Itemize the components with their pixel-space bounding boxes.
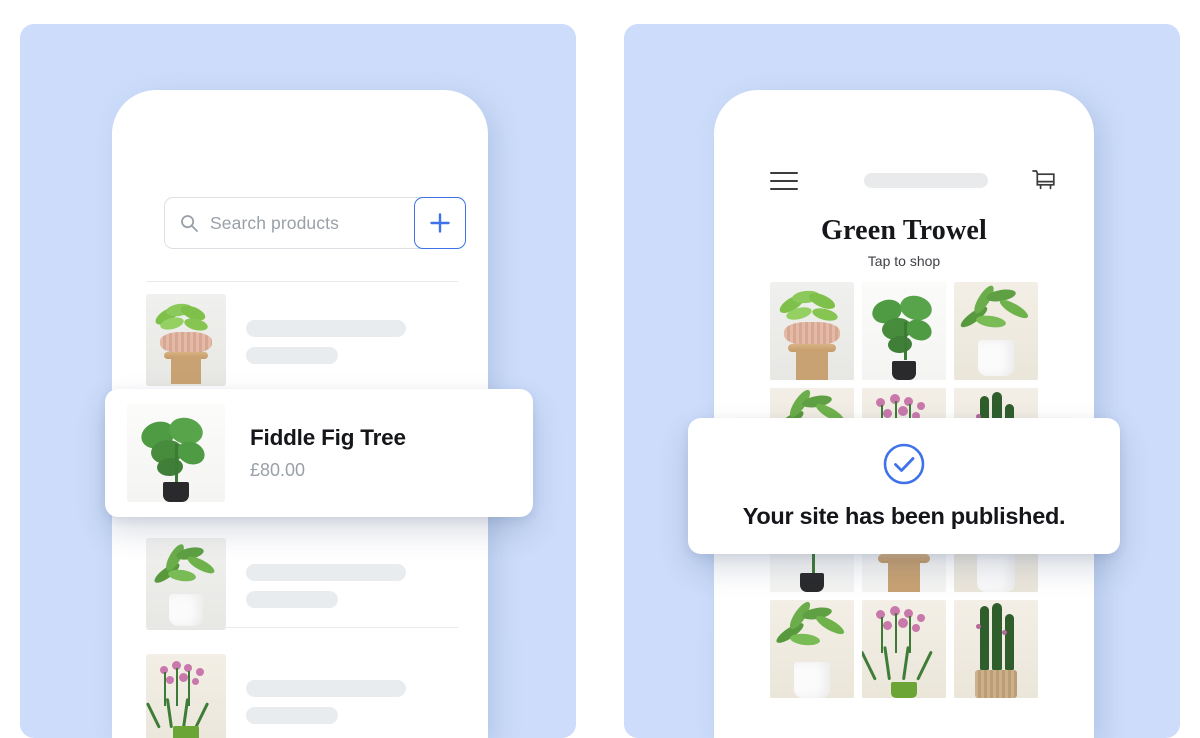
product-grid-row	[770, 600, 1038, 698]
plus-icon	[427, 210, 453, 236]
subtitle-placeholder-bar	[246, 591, 338, 608]
product-grid-cell[interactable]	[862, 600, 946, 698]
product-grid-cell[interactable]	[954, 600, 1038, 698]
featured-product-price: £80.00	[250, 460, 306, 480]
left-showcase-panel: Search products Fiddle Fig Tree £80.00	[20, 24, 576, 738]
search-placeholder-text: Search products	[210, 212, 339, 233]
featured-product-title: Fiddle Fig Tree	[250, 425, 406, 450]
shop-name: Green Trowel	[821, 215, 987, 246]
product-grid-cell[interactable]	[862, 282, 946, 380]
right-showcase-panel: Green Trowel Tap to shop	[624, 24, 1180, 738]
product-thumbnail	[146, 294, 226, 386]
storefront-topbar	[714, 164, 1094, 200]
product-list-item[interactable]	[146, 538, 458, 634]
search-input[interactable]: Search products	[164, 197, 444, 249]
product-grid-cell[interactable]	[954, 282, 1038, 380]
title-placeholder-bar	[246, 564, 406, 581]
subtitle-placeholder-bar	[246, 707, 338, 724]
product-grid-cell[interactable]	[770, 282, 854, 380]
product-list-item[interactable]	[146, 294, 458, 390]
check-circle-icon	[882, 442, 926, 486]
phone-frame-storefront: Green Trowel Tap to shop	[714, 90, 1094, 738]
search-row: Search products	[164, 197, 444, 249]
product-grid-row	[770, 282, 1038, 380]
list-divider-bottom	[146, 627, 458, 628]
storefront-title-placeholder	[864, 173, 988, 188]
search-icon	[179, 213, 199, 233]
featured-product-thumbnail	[127, 404, 225, 502]
publish-success-message: Your site has been published.	[742, 503, 1066, 529]
product-thumbnail	[146, 538, 226, 630]
add-product-button[interactable]	[414, 197, 466, 249]
shopping-cart-icon[interactable]	[1030, 167, 1058, 195]
screenshot-stage: Search products Fiddle Fig Tree £80.00 G…	[0, 0, 1200, 738]
publish-success-toast: Your site has been published.	[688, 418, 1120, 554]
subtitle-placeholder-bar	[246, 347, 338, 364]
hamburger-menu-icon[interactable]	[770, 172, 798, 190]
list-divider-top	[146, 281, 458, 282]
shop-tagline: Tap to shop	[867, 253, 941, 269]
product-list-item[interactable]	[146, 654, 458, 738]
product-thumbnail	[146, 654, 226, 738]
title-placeholder-bar	[246, 680, 406, 697]
featured-product-card[interactable]: Fiddle Fig Tree £80.00	[105, 389, 533, 517]
featured-product-text: Fiddle Fig Tree £80.00	[250, 425, 406, 481]
product-grid-cell[interactable]	[770, 600, 854, 698]
title-placeholder-bar	[246, 320, 406, 337]
